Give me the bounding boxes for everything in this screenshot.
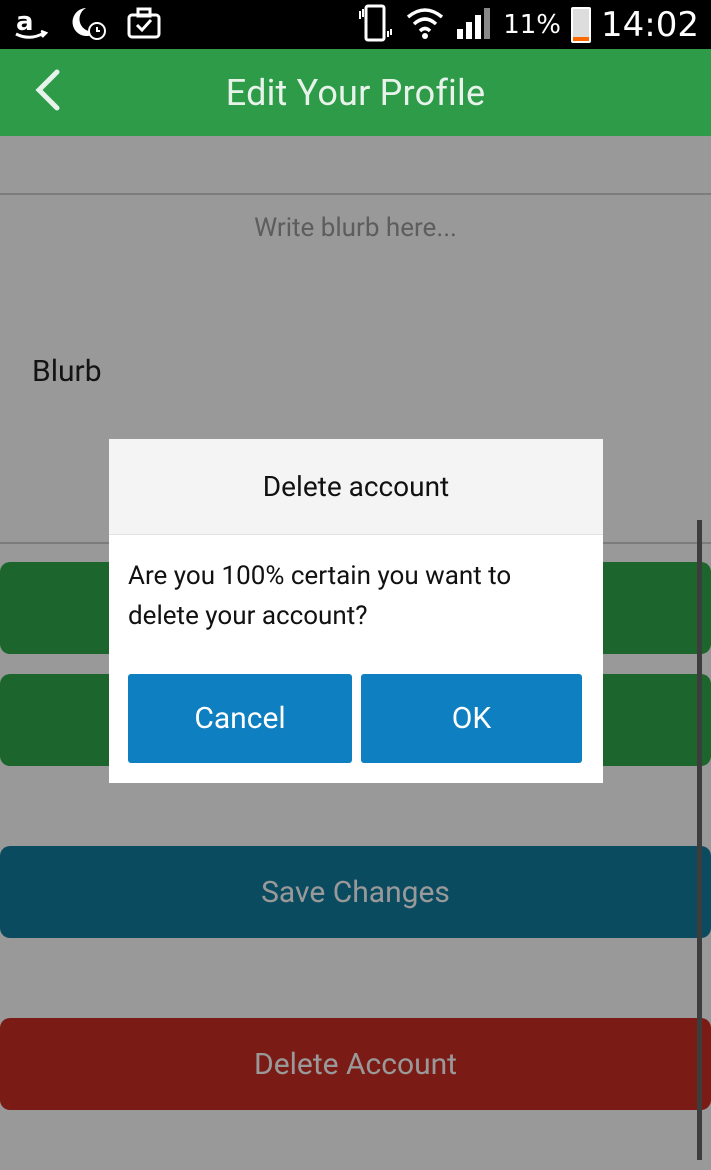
moon-clock-icon bbox=[68, 4, 108, 46]
svg-text:a: a bbox=[16, 7, 34, 37]
ok-button[interactable]: OK bbox=[361, 674, 582, 763]
dialog-divider bbox=[109, 534, 603, 535]
amazon-icon: a bbox=[12, 4, 50, 46]
battery-fill bbox=[573, 36, 590, 41]
briefcase-check-icon bbox=[126, 5, 162, 45]
status-notification-icons: a bbox=[0, 4, 162, 46]
chevron-left-icon bbox=[33, 68, 63, 116]
dialog-message: Are you 100% certain you want to delete … bbox=[128, 561, 512, 631]
status-bar: a 11% 14:02 bbox=[0, 0, 711, 49]
back-button[interactable] bbox=[28, 67, 68, 117]
wifi-icon bbox=[405, 5, 445, 45]
battery-percent: 11% bbox=[503, 9, 562, 40]
battery-icon bbox=[571, 6, 592, 43]
status-system-icons: 11% 14:02 bbox=[355, 0, 699, 49]
delete-account-dialog: Delete account Are you 100% certain you … bbox=[109, 439, 603, 783]
cancel-button[interactable]: Cancel bbox=[128, 674, 352, 763]
page-title: Edit Your Profile bbox=[225, 71, 486, 114]
app-bar: Edit Your Profile bbox=[0, 49, 711, 136]
signal-icon bbox=[455, 5, 493, 45]
vibrate-icon bbox=[355, 3, 395, 47]
clock-time: 14:02 bbox=[601, 4, 699, 45]
dialog-title: Delete account bbox=[109, 439, 603, 534]
